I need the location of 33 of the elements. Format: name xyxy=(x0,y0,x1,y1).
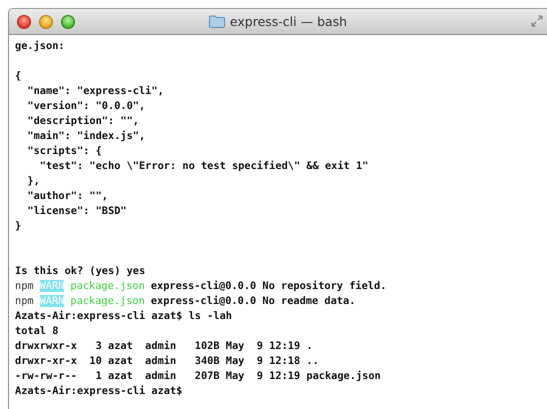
terminal-text: drwxrwxr-x 3 azat admin 102B May 9 12:19 . xyxy=(15,340,313,352)
file-name: package.json xyxy=(70,295,145,307)
terminal-text: drwxr-xr-x 10 azat admin 340B May 9 12:18 .. xyxy=(15,355,319,367)
terminal-text: "license": "BSD" xyxy=(26,205,127,217)
terminal-text: Azats-Air:express-cli azat$ xyxy=(15,385,182,397)
warn-label: WARN xyxy=(40,295,64,307)
terminal-text: "description": "", xyxy=(26,115,139,127)
warn-label: WARN xyxy=(40,280,64,292)
terminal-text: ge.json: xyxy=(15,40,65,52)
fullscreen-icon[interactable] xyxy=(531,15,543,27)
terminal-text: -rw-rw-r-- 1 azat admin 207B May 9 12:19 package.json xyxy=(15,370,381,382)
terminal-text: "version": "0.0.0", xyxy=(26,100,146,112)
terminal-text: npm xyxy=(15,280,34,292)
terminal-text: express-cli@0.0.0 No repository field. xyxy=(150,280,386,292)
terminal-text: "author": "", xyxy=(26,190,108,202)
window-title: express-cli — bash xyxy=(230,14,348,29)
terminal-text: Is this ok? (yes) yes xyxy=(15,265,146,277)
terminal-text: "main": "index.js", xyxy=(26,130,146,142)
folder-icon xyxy=(208,15,225,28)
terminal-text: npm xyxy=(15,295,34,307)
terminal-text: { xyxy=(15,70,22,82)
terminal-text: "name": "express-cli", xyxy=(26,85,164,97)
terminal-text: Azats-Air:express-cli azat$ ls -lah xyxy=(15,310,232,322)
minimize-button[interactable] xyxy=(39,14,53,28)
close-button[interactable] xyxy=(17,14,31,28)
file-name: package.json xyxy=(70,280,145,292)
terminal-text: } xyxy=(15,220,22,232)
terminal-text: "test": "echo \"Error: no test specified\" && exit 1" xyxy=(38,160,368,172)
terminal-text: express-cli@0.0.0 No readme data. xyxy=(150,295,356,307)
terminal-text: "scripts": { xyxy=(26,145,102,157)
terminal-text: }, xyxy=(26,175,40,187)
terminal-text: total 8 xyxy=(15,325,58,337)
zoom-button[interactable] xyxy=(61,14,75,28)
